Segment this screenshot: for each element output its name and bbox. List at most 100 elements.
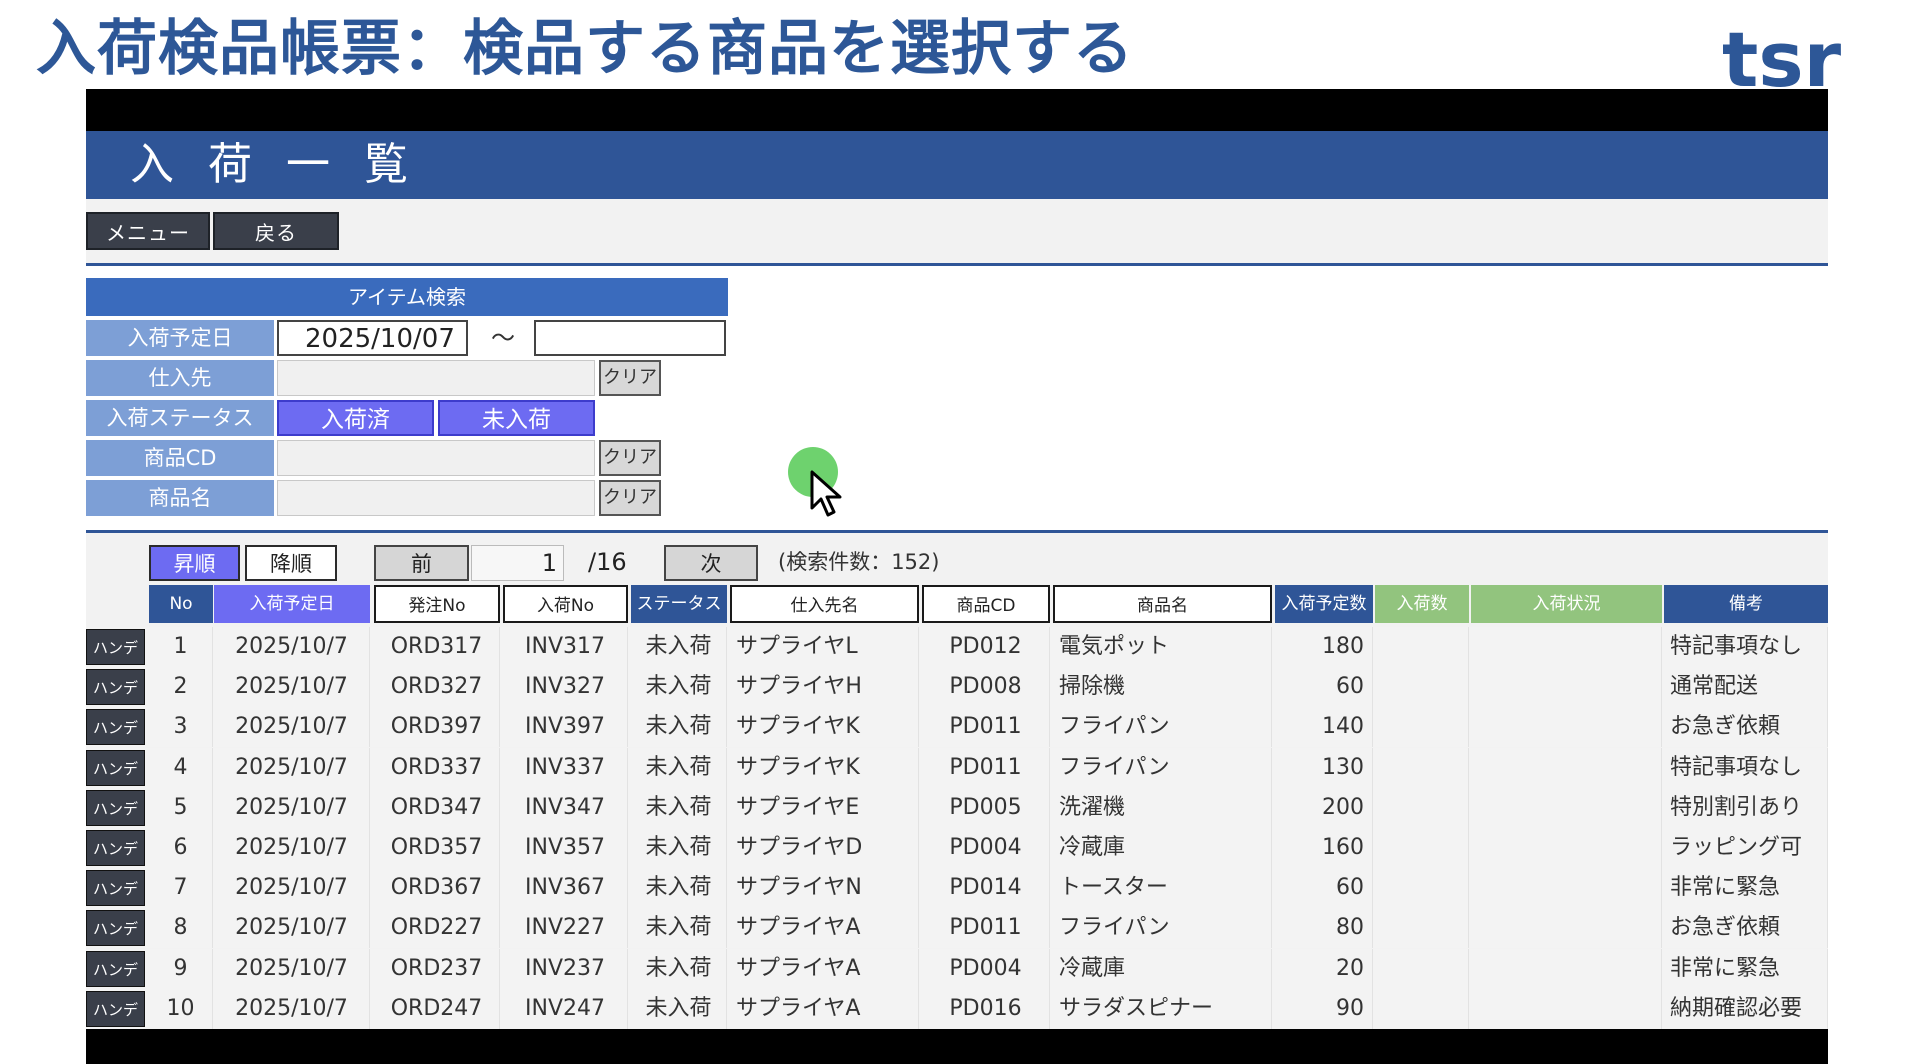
product-name-input[interactable] <box>277 480 595 516</box>
cell-no: 9 <box>149 948 213 989</box>
cell-product-name: サラダスピナー <box>1053 988 1272 1029</box>
cell-supplier: サプライヤA <box>730 988 919 1029</box>
total-pages-text: /16 <box>588 548 627 576</box>
product-cd-clear-button[interactable]: クリア <box>599 440 661 476</box>
cell-arrival-no: INV397 <box>503 707 628 748</box>
cell-supplier: サプライヤH <box>730 667 919 708</box>
cell-planned-qty: 60 <box>1275 667 1373 708</box>
cell-order-no: ORD237 <box>374 948 500 989</box>
col-header-order-no[interactable]: 発注No <box>374 585 500 623</box>
arrival-date-to-input[interactable] <box>534 320 726 356</box>
product-name-clear-button[interactable]: クリア <box>599 480 661 516</box>
arrival-status-label: 入荷ステータス <box>86 400 274 436</box>
cell-order-no: ORD397 <box>374 707 500 748</box>
cell-status: 未入荷 <box>631 868 727 909</box>
cell-received-status <box>1471 747 1662 788</box>
col-header-arrival-no[interactable]: 入荷No <box>503 585 628 623</box>
cell-product-cd: PD011 <box>922 747 1050 788</box>
app-title: 入荷一覧 <box>130 139 442 190</box>
prev-page-button[interactable]: 前 <box>374 545 469 581</box>
col-header-received-status[interactable]: 入荷状況 <box>1471 585 1662 623</box>
cell-product-cd: PD008 <box>922 667 1050 708</box>
supplier-label: 仕入先 <box>86 360 274 396</box>
cell-supplier: サプライヤK <box>730 707 919 748</box>
handy-button[interactable]: ハンディ <box>86 629 145 665</box>
col-header-product-cd[interactable]: 商品CD <box>922 585 1050 623</box>
cell-received-status <box>1471 707 1662 748</box>
cell-order-no: ORD367 <box>374 868 500 909</box>
cell-planned-qty: 140 <box>1275 707 1373 748</box>
cell-product-cd: PD014 <box>922 868 1050 909</box>
cell-arrival-no: INV337 <box>503 747 628 788</box>
handy-button[interactable]: ハンディ <box>86 709 145 746</box>
cell-planned-qty: 180 <box>1275 627 1373 667</box>
cell-arrival-no: INV227 <box>503 908 628 949</box>
page-number-input[interactable]: 1 <box>471 545 564 581</box>
col-header-product-name[interactable]: 商品名 <box>1053 585 1272 623</box>
cell-planned-qty: 130 <box>1275 747 1373 788</box>
cell-order-no: ORD347 <box>374 787 500 828</box>
cell-status: 未入荷 <box>631 747 727 788</box>
cell-status: 未入荷 <box>631 948 727 989</box>
cell-arrival-no: INV347 <box>503 787 628 828</box>
handy-button[interactable]: ハンディ <box>86 870 145 907</box>
cell-arrival-date: 2025/10/7 <box>214 868 370 909</box>
product-cd-label: 商品CD <box>86 440 274 476</box>
status-not-received-button[interactable]: 未入荷 <box>438 400 595 436</box>
cell-supplier: サプライヤA <box>730 908 919 949</box>
cell-received-status <box>1471 948 1662 989</box>
arrival-date-from-input[interactable]: 2025/10/07 <box>277 320 468 356</box>
cell-product-name: フライパン <box>1053 908 1272 949</box>
handy-button[interactable]: ハンディ <box>86 669 145 706</box>
cell-no: 7 <box>149 868 213 909</box>
cell-received-qty <box>1375 868 1469 909</box>
cell-product-name: フライパン <box>1053 747 1272 788</box>
cell-received-status <box>1471 667 1662 708</box>
cell-arrival-no: INV327 <box>503 667 628 708</box>
back-button[interactable]: 戻る <box>213 212 339 250</box>
handy-button[interactable]: ハンディ <box>86 990 145 1027</box>
cell-received-qty <box>1375 747 1469 788</box>
next-page-button[interactable]: 次 <box>664 545 758 581</box>
cell-status: 未入荷 <box>631 828 727 868</box>
col-header-arrival-date[interactable]: 入荷予定日 <box>214 585 370 623</box>
cell-planned-qty: 90 <box>1275 988 1373 1029</box>
cell-received-status <box>1471 908 1662 949</box>
col-header-planned-qty[interactable]: 入荷予定数 <box>1275 585 1373 623</box>
arrival-date-label: 入荷予定日 <box>86 320 274 356</box>
cell-product-cd: PD012 <box>922 627 1050 667</box>
handy-button[interactable]: ハンディ <box>86 830 145 866</box>
sort-descending-button[interactable]: 降順 <box>245 545 337 581</box>
cell-arrival-no: INV317 <box>503 627 628 667</box>
menu-button[interactable]: メニュー <box>86 212 210 250</box>
search-panel-header: アイテム検索 <box>86 278 728 316</box>
sort-ascending-button[interactable]: 昇順 <box>149 545 240 581</box>
cell-remarks: 特記事項なし <box>1664 627 1828 667</box>
cell-arrival-date: 2025/10/7 <box>214 787 370 828</box>
supplier-clear-button[interactable]: クリア <box>599 360 661 396</box>
handy-button[interactable]: ハンディ <box>86 789 145 826</box>
cell-order-no: ORD227 <box>374 908 500 949</box>
status-received-button[interactable]: 入荷済 <box>277 400 434 436</box>
cell-remarks: 通常配送 <box>1664 667 1828 708</box>
col-header-no[interactable]: No <box>149 585 213 623</box>
product-cd-input[interactable] <box>277 440 595 476</box>
cell-product-cd: PD011 <box>922 707 1050 748</box>
col-header-received-qty[interactable]: 入荷数 <box>1375 585 1469 623</box>
cell-remarks: 特記事項なし <box>1664 747 1828 788</box>
col-header-remarks[interactable]: 備考 <box>1664 585 1828 623</box>
handy-button[interactable]: ハンディ <box>86 910 145 947</box>
cell-remarks: 非常に緊急 <box>1664 868 1828 909</box>
col-header-status[interactable]: ステータス <box>631 585 727 623</box>
cell-product-name: フライパン <box>1053 707 1272 748</box>
cell-remarks: 特別割引あり <box>1664 787 1828 828</box>
cell-arrival-date: 2025/10/7 <box>214 948 370 989</box>
cell-no: 8 <box>149 908 213 949</box>
col-header-supplier[interactable]: 仕入先名 <box>730 585 919 623</box>
handy-button[interactable]: ハンディ <box>86 749 145 786</box>
cell-remarks: 非常に緊急 <box>1664 948 1828 989</box>
cell-no: 5 <box>149 787 213 828</box>
handy-button[interactable]: ハンディ <box>86 950 145 987</box>
supplier-input[interactable] <box>277 360 595 396</box>
cell-arrival-no: INV357 <box>503 828 628 868</box>
